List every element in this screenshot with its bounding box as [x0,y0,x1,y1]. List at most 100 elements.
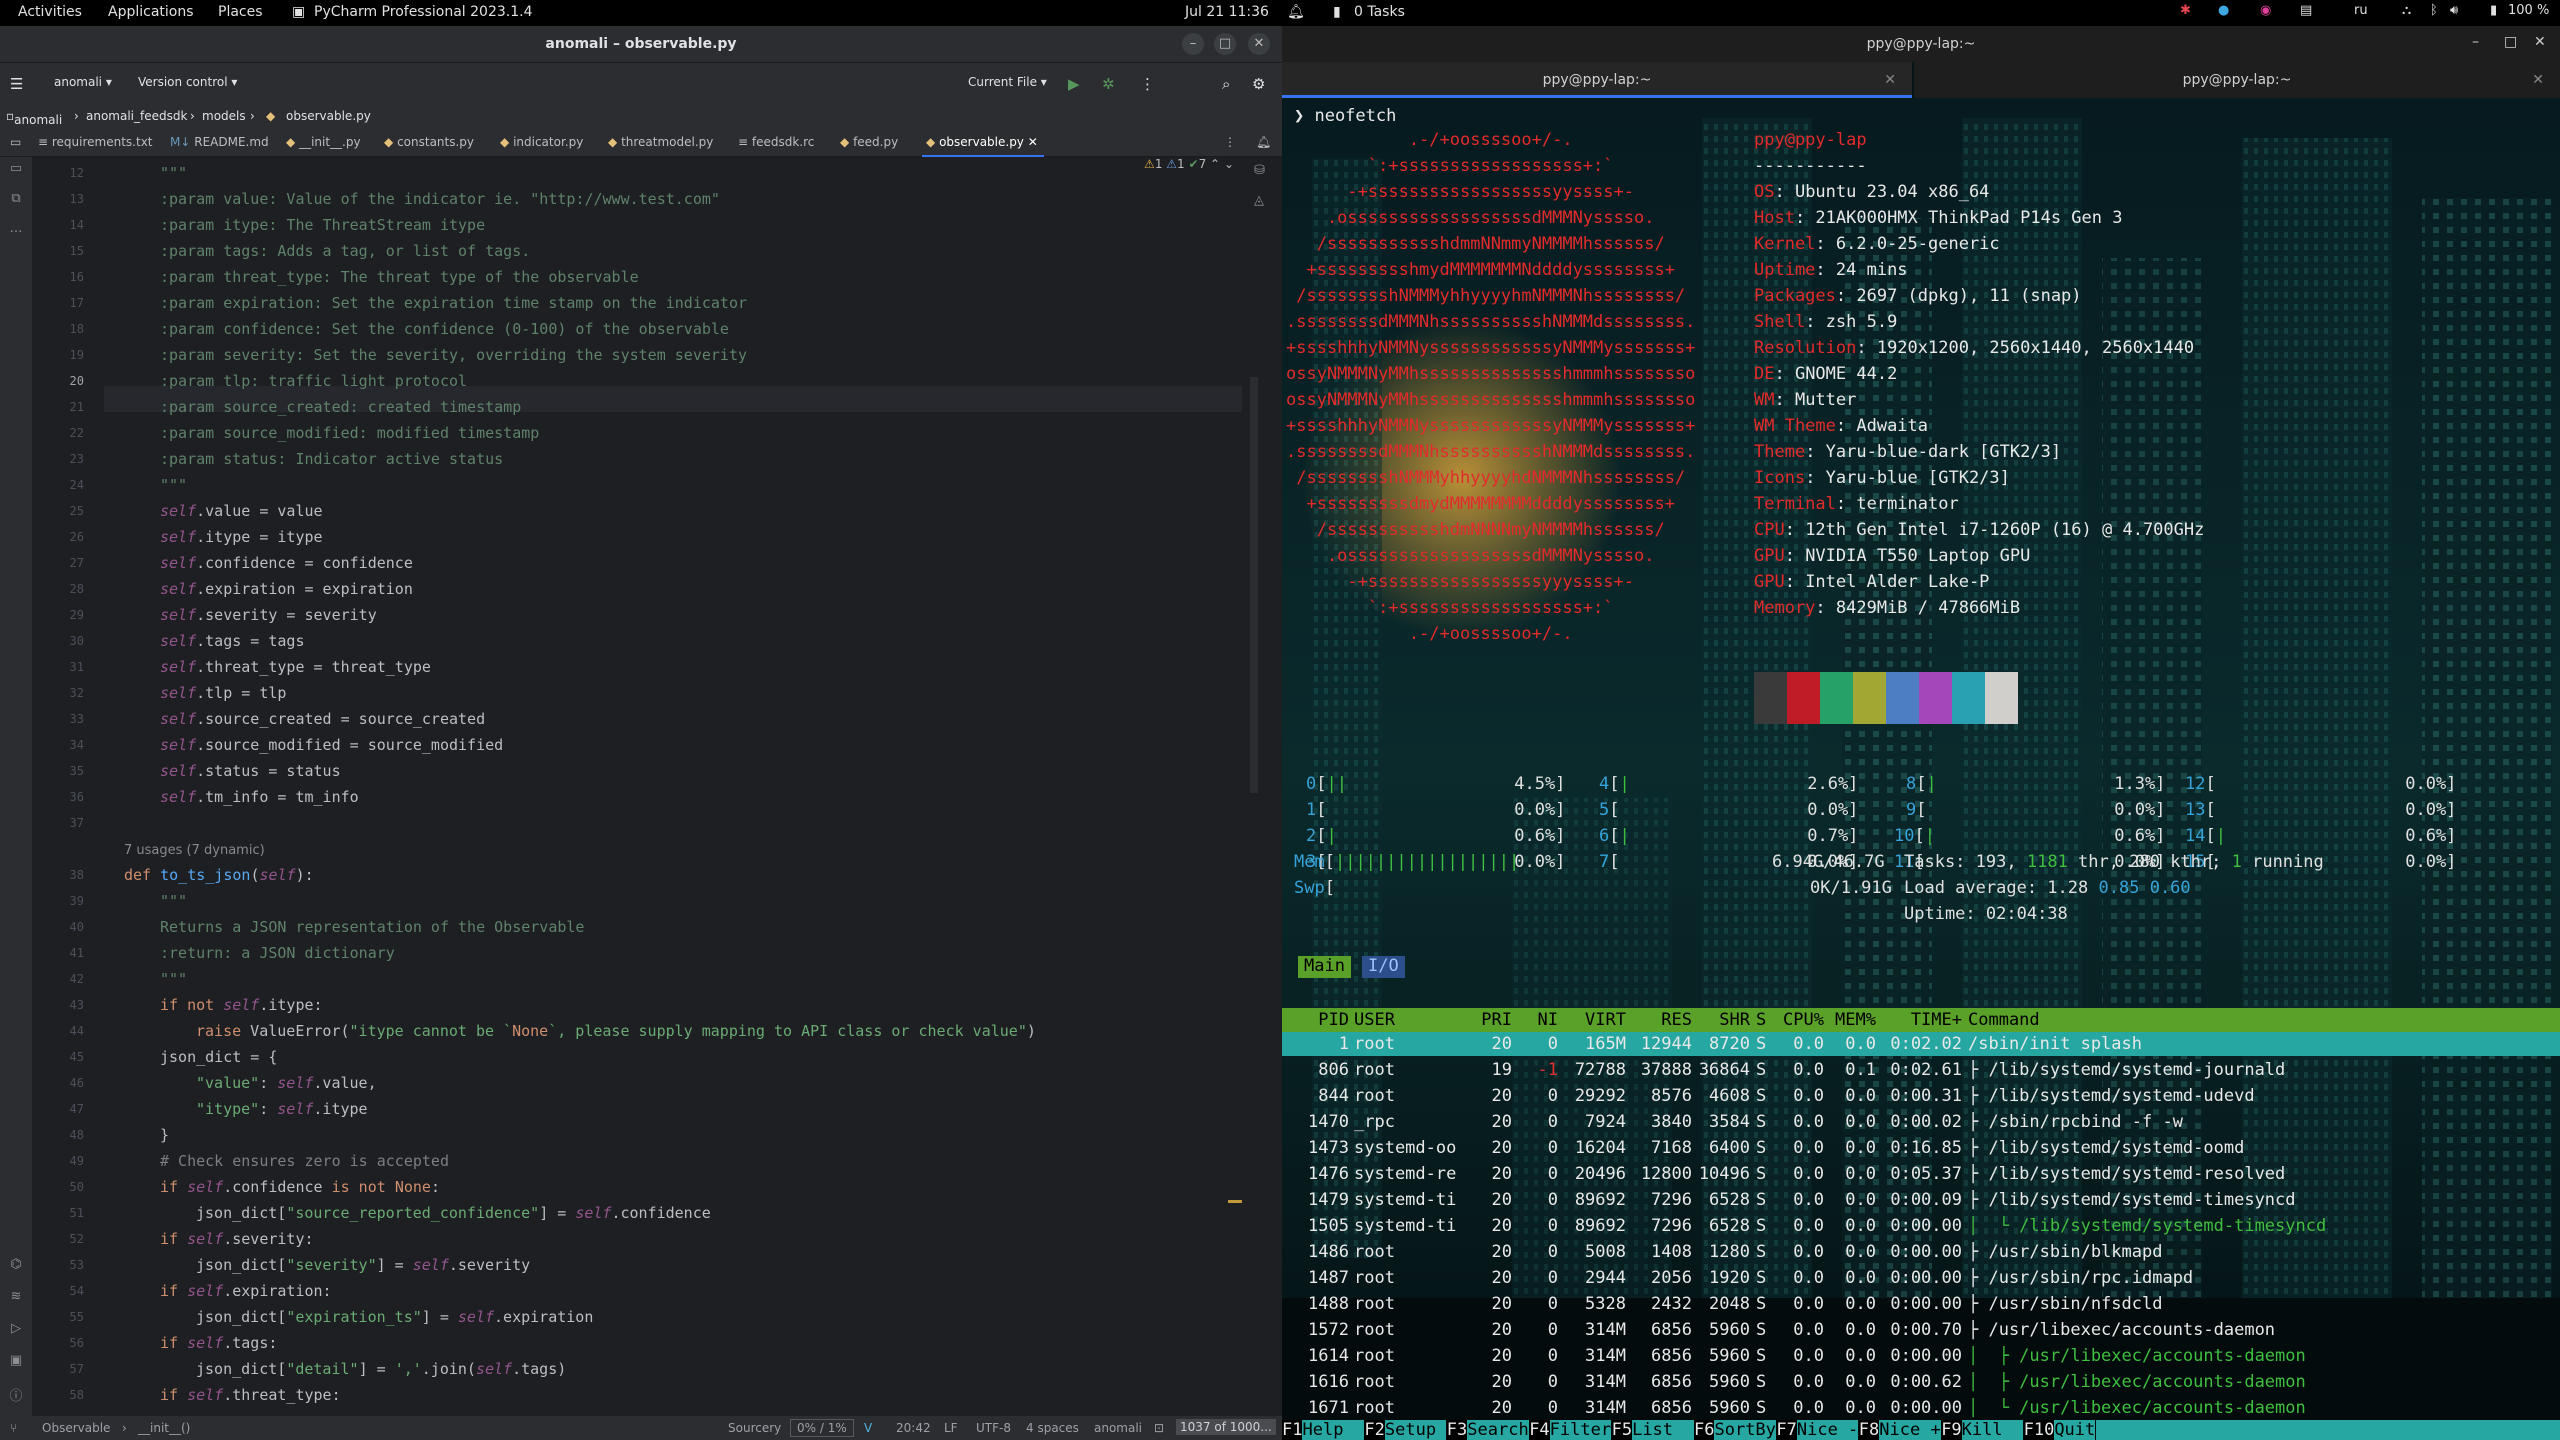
ide-titlebar[interactable]: anomali – observable.py – □ ✕ [0,26,1282,63]
status-crumb-method[interactable]: __init__() [138,1421,190,1435]
status-crumb-class[interactable]: Observable [42,1421,110,1435]
code-line[interactable]: self.tm_info = tm_info [160,788,359,806]
line-number[interactable]: 48 [70,1128,84,1142]
line-number[interactable]: 17 [70,296,84,310]
code-line[interactable]: :param source_created: created timestamp [160,398,521,416]
breadcrumb-item[interactable]: anomali_feedsdk [86,109,187,123]
code-line[interactable]: } [160,1126,169,1144]
services-icon[interactable]: ≋ [8,1289,24,1305]
line-number[interactable]: 23 [70,452,84,466]
problems-tool-icon[interactable]: ⓘ [8,1385,24,1404]
terminal-titlebar[interactable]: ppy@ppy-lap:~ – □ ✕ [1282,26,2560,62]
app-tray-icon[interactable]: ● [2218,3,2229,18]
code-line[interactable]: if self.tags: [160,1334,277,1352]
line-number[interactable]: 20 [70,374,84,388]
database-tool-icon[interactable]: ⛁ [1254,163,1265,178]
fkey-f7[interactable]: F7Nice - [1776,1420,1859,1440]
code-line[interactable]: if not self.itype: [160,996,323,1014]
python-interpreter[interactable]: anomali [1094,1421,1142,1435]
line-number[interactable]: 57 [70,1362,84,1376]
code-line[interactable]: if self.threat_type: [160,1386,341,1404]
line-number[interactable]: 37 [70,816,84,830]
column-header-mem[interactable]: MEM% [1828,1010,1876,1030]
line-number[interactable]: 55 [70,1310,84,1324]
editor-scrollbar[interactable] [1250,377,1258,793]
warning-marker[interactable] [1228,1200,1242,1203]
close-button[interactable]: ✕ [1248,33,1270,55]
code-line[interactable]: "value": self.value, [196,1074,377,1092]
code-editor[interactable]: ⚠1 ⚠1 ✔7 ⌃ ⌄ """ :param value: Value of t… [104,157,1242,1416]
code-line[interactable]: raise ValueError("itype cannot be `None`… [196,1022,1036,1040]
line-number[interactable]: 18 [70,322,84,336]
line-number[interactable]: 29 [70,608,84,622]
clipboard-icon[interactable]: ▤ [2300,3,2312,18]
fkey-f4[interactable]: F4Filter [1529,1420,1612,1440]
inspection-widget[interactable]: ⚠1 ⚠1 ✔7 ⌃ ⌄ [1144,157,1234,171]
line-number[interactable]: 33 [70,712,84,726]
code-line[interactable]: :param threat_type: The threat type of t… [160,268,639,286]
run-icon[interactable]: ▶ [1068,75,1080,93]
bluetooth-icon[interactable]: ᛒ [2430,3,2438,18]
code-line[interactable]: json_dict = { [160,1048,277,1066]
code-line[interactable]: self.expiration = expiration [160,580,413,598]
indent-setting[interactable]: 4 spaces [1026,1421,1079,1435]
line-number[interactable]: 16 [70,270,84,284]
fkey-f1[interactable]: F1Help [1282,1420,1364,1440]
app-menu[interactable]: PyCharm Professional 2023.1.4 [314,4,532,20]
code-line[interactable]: :return: a JSON dictionary [160,944,395,962]
fkey-f9[interactable]: F9Kill [1941,1420,2024,1440]
code-line[interactable]: :param tags: Adds a tag, or list of tags… [160,242,530,260]
line-number[interactable]: 12 [70,166,84,180]
line-number[interactable]: 28 [70,582,84,596]
clock[interactable]: Jul 21 11:36 [1185,4,1269,20]
code-line[interactable]: """ [160,892,187,910]
debug-icon[interactable]: ✲ [1102,75,1115,93]
run-config-selector[interactable]: Current File ▾ [968,75,1047,89]
fkey-f2[interactable]: F2Setup [1364,1420,1447,1440]
tab-feedsdk-rc[interactable]: ≡ feedsdk.rc [738,135,814,149]
line-number[interactable]: 39 [70,894,84,908]
line-number[interactable]: 15 [70,244,84,258]
battery-percent[interactable]: 100 % [2508,3,2549,18]
line-number[interactable]: 50 [70,1180,84,1194]
vcs-selector[interactable]: Version control ▾ [138,75,237,89]
tab-overflow-icon[interactable]: ⋮ [1224,135,1236,149]
activities-button[interactable]: Activities [18,4,82,20]
code-line[interactable]: self.threat_type = threat_type [160,658,431,676]
usages-hint[interactable]: 7 usages (7 dynamic) [124,840,265,858]
more-actions-icon[interactable]: ⋮ [1140,75,1155,93]
column-header-res[interactable]: RES [1630,1010,1692,1030]
maximize-button[interactable]: □ [2504,34,2517,50]
tab-observable[interactable]: ◆ observable.py ✕ [926,135,1038,149]
main-menu-icon[interactable]: ☰ [10,75,23,93]
column-header-pid[interactable]: PID [1294,1010,1349,1030]
line-number[interactable]: 47 [70,1102,84,1116]
slack-icon[interactable]: ✱ [2180,3,2191,18]
code-line[interactable]: :param tlp: traffic light protocol [160,372,467,390]
column-header-time[interactable]: TIME+ [1882,1010,1962,1030]
line-number[interactable]: 40 [70,920,84,934]
fkey-f6[interactable]: F6SortBy [1694,1420,1776,1440]
code-line[interactable]: :param value: Value of the indicator ie.… [160,190,720,208]
column-header-s[interactable]: S [1756,1010,1770,1030]
ai-assistant-icon[interactable]: ◬ [1254,193,1264,208]
fkey-f10[interactable]: F10Quit [2023,1420,2096,1440]
code-line[interactable]: :param status: Indicator active status [160,450,503,468]
close-tab-icon[interactable]: ✕ [1028,135,1038,149]
terminal-tab-1[interactable]: ppy@ppy-lap:~ ✕ [1282,62,1912,98]
code-line[interactable]: # Check ensures zero is accepted [160,1152,449,1170]
breadcrumb-item[interactable]: observable.py [286,109,371,123]
code-line[interactable]: :param source_modified: modified timesta… [160,424,539,442]
column-header-pri[interactable]: PRI [1470,1010,1512,1030]
line-number[interactable]: 46 [70,1076,84,1090]
line-number[interactable]: 42 [70,972,84,986]
tab-constants[interactable]: ◆ constants.py [384,135,474,149]
code-line[interactable]: self.status = status [160,762,341,780]
code-line[interactable]: if self.expiration: [160,1282,332,1300]
line-number[interactable]: 54 [70,1284,84,1298]
line-number[interactable]: 53 [70,1258,84,1272]
line-number[interactable]: 30 [70,634,84,648]
htop-tab-io[interactable]: I/O [1362,956,1405,978]
line-number[interactable]: 14 [70,218,84,232]
chevron-down-icon[interactable]: ⌄ [1224,157,1234,171]
